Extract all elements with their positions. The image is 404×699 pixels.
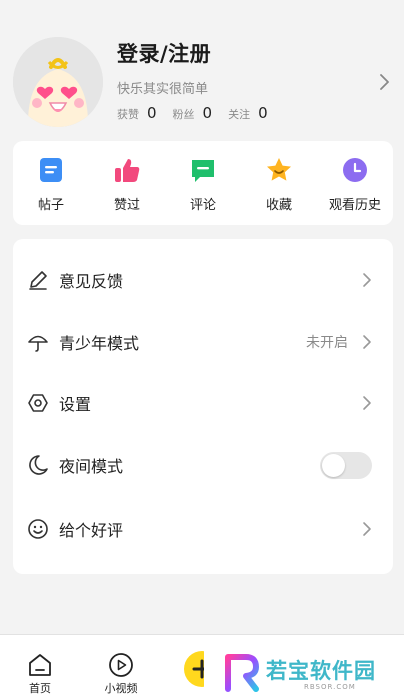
profile-header[interactable]: 登录/注册 快乐其实很简单 获赞 0 粉丝 0 关注 0 [0,0,404,140]
nav-item-home[interactable]: 首页 [10,635,70,699]
stat-fans[interactable]: 粉丝 0 [173,104,213,122]
stat-following[interactable]: 关注 0 [228,104,268,122]
stat-value: 0 [202,104,213,122]
stat-label: 粉丝 [172,108,195,121]
profile-subtitle: 快乐其实很简单 [117,82,209,97]
chevron-right-icon [363,273,371,287]
menu-item-rate-app[interactable]: 给个好评 [13,498,393,560]
quick-action-favorites[interactable]: 收藏 [241,141,317,225]
quick-action-label: 收藏 [265,198,292,213]
menu-item-label: 给个好评 [59,521,124,540]
menu-item-teen-mode[interactable]: 青少年模式 未开启 [13,311,393,373]
moon-icon [29,455,48,475]
quick-action-history[interactable]: 观看历史 [317,141,393,225]
menu-item-label: 青少年模式 [59,334,140,353]
stat-label: 获赞 [117,108,139,121]
umbrella-icon [28,335,48,352]
cartoon-face-icon [13,37,103,127]
menu-item-label: 设置 [59,395,92,414]
menu-item-settings[interactable]: 设置 [13,372,393,434]
settings-menu-card: 意见反馈 青少年模式 未开启 设置 夜间模式 给个好评 [13,239,393,574]
quick-action-comments[interactable]: 评论 [165,141,241,225]
nav-item-short-video[interactable]: 小视频 [91,635,151,699]
quick-action-label: 评论 [189,198,216,213]
quick-action-label: 赞过 [113,198,140,213]
watermark-logo-icon [225,654,259,692]
teen-mode-status: 未开启 [306,335,348,351]
watermark-subtext: RBSOR.COM [304,683,356,691]
stat-value: 0 [258,104,268,122]
clock-icon [343,158,367,182]
settings-icon [28,394,48,412]
profile-stats: 获赞 0 粉丝 0 关注 0 [117,104,284,122]
night-mode-toggle[interactable] [320,451,372,479]
menu-item-night-mode: 夜间模式 [13,434,393,496]
nav-label: 小视频 [104,682,138,695]
quick-action-liked[interactable]: 赞过 [89,141,165,225]
quick-actions-card: 帖子 赞过 评论 收藏 观看历史 [13,141,393,225]
quick-action-label: 帖子 [37,198,64,213]
stat-label: 关注 [228,108,251,121]
quick-action-posts[interactable]: 帖子 [13,141,89,225]
nav-label: 首页 [29,682,51,695]
menu-item-label: 夜间模式 [59,457,124,476]
home-icon [29,654,51,676]
toggle-knob [322,453,345,477]
thumbs-up-icon [115,159,140,182]
chevron-right-icon [363,335,371,349]
comment-icon [192,160,214,182]
pencil-icon [29,271,47,290]
smile-icon [28,519,48,539]
menu-item-label: 意见反馈 [59,272,124,291]
avatar[interactable] [13,37,103,127]
login-register-title[interactable]: 登录/注册 [117,38,211,68]
watermark-text: 若宝软件园 [266,659,376,683]
watermark: 若宝软件园 RBSOR.COM [204,645,404,699]
chevron-right-icon[interactable] [379,73,391,91]
chevron-right-icon [363,396,371,410]
post-icon [40,158,62,182]
star-icon [267,158,291,181]
menu-item-feedback[interactable]: 意见反馈 [13,249,393,311]
stat-likes[interactable]: 获赞 0 [117,104,157,122]
play-icon [109,653,133,677]
chevron-right-icon [363,522,371,536]
quick-action-label: 观看历史 [328,198,381,213]
stat-value: 0 [147,104,157,122]
